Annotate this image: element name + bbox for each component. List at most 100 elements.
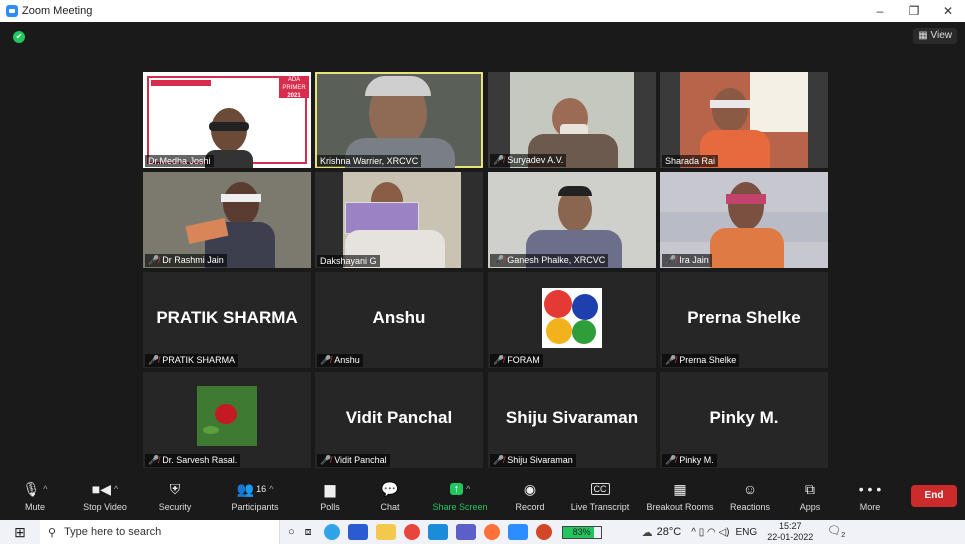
participant-display-name: Pinky M. [709, 408, 779, 427]
more-button[interactable]: • • • More [840, 472, 900, 520]
video-tile[interactable]: 🎤̸ Ira Jain [660, 172, 828, 268]
windows-taskbar: ⊞ ⚲ Type here to search ○ ⧈ 83% ☁ 28°C ^ … [0, 520, 965, 544]
participant-name: 🎤̸ Vidit Panchal [317, 454, 390, 467]
participant-name: 🎤̸ Anshu [317, 354, 363, 367]
participant-name: Krishna Warrier, XRCVC [317, 155, 422, 167]
breakout-rooms-button[interactable]: ▦ Breakout Rooms [640, 472, 720, 520]
clock[interactable]: 15:27 22-01-2022 [767, 521, 813, 543]
close-button[interactable]: ✕ [931, 4, 965, 18]
participant-display-name: Anshu [372, 308, 426, 327]
participant-name: 🎤̸ FORAM [490, 354, 543, 367]
muted-mic-icon: 🎤̸ [148, 255, 160, 265]
chat-button[interactable]: 💬 Chat [360, 472, 420, 520]
title-bar: Zoom Meeting – ❐ ✕ [0, 0, 965, 22]
rose-avatar-image [197, 386, 257, 446]
apps-icon: ⧉ [805, 480, 815, 497]
end-meeting-button[interactable]: End [911, 485, 957, 507]
language-indicator[interactable]: ENG [736, 527, 758, 538]
muted-mic-icon: 🎤̸ [493, 455, 505, 465]
polls-button[interactable]: ▆ Polls [300, 472, 360, 520]
closed-caption-icon: CC [590, 483, 610, 495]
edge-icon[interactable] [323, 524, 340, 540]
chevron-up-icon: ^ [43, 484, 48, 494]
zoom-taskbar-icon[interactable] [507, 524, 528, 540]
video-tile[interactable]: ADA PRIMER 2021 Dr.Medha Joshi [143, 72, 311, 168]
video-tile[interactable]: PRATIK SHARMA 🎤̸ PRATIK SHARMA [143, 272, 311, 368]
gallery-view: ✔ ▦ View ADA PRIMER 2021 Dr.Medha Joshi K… [0, 22, 965, 472]
video-tile-active-speaker[interactable]: Krishna Warrier, XRCVC [315, 72, 483, 168]
restore-button[interactable]: ❐ [897, 4, 931, 18]
stop-video-button[interactable]: ■◀ ^ Stop Video [70, 472, 140, 520]
video-tile[interactable]: Shiju Sivaraman 🎤̸ Shiju Sivaraman [488, 372, 656, 468]
participant-display-name: PRATIK SHARMA [156, 308, 298, 327]
task-view-icon[interactable]: ⧈ [305, 526, 312, 539]
cortana-icon[interactable]: ○ [288, 526, 295, 538]
chevron-up-icon: ^ [269, 484, 274, 494]
battery-indicator[interactable]: 83% [561, 525, 602, 539]
minimize-button[interactable]: – [863, 4, 897, 18]
record-icon: ◉ [523, 480, 537, 497]
grid-icon: ▦ [918, 30, 931, 41]
participants-button[interactable]: 👥 16 ^ Participants [210, 472, 300, 520]
chat-icon: 💬 [381, 480, 399, 497]
firefox-icon[interactable] [483, 524, 500, 540]
video-tile[interactable]: Sharada Rai [660, 72, 828, 168]
participant-display-name: Vidit Panchal [345, 408, 453, 427]
apps-button[interactable]: ⧉ Apps [780, 472, 840, 520]
chevron-up-icon: ^ [466, 484, 471, 494]
video-tile[interactable]: 🎤̸ Dr. Sarvesh Rasal. [143, 372, 311, 468]
participant-name: Sharada Rai [662, 155, 719, 167]
video-tile[interactable]: 🎤̸ Suryadev A.V. [488, 72, 656, 168]
participant-name: 🎤̸ Prerna Shelke [662, 354, 740, 367]
view-button[interactable]: ▦ View [913, 28, 957, 44]
participant-display-name: Shiju Sivaraman [505, 408, 639, 427]
participant-name: Dakshayani G [317, 255, 380, 267]
video-tile[interactable]: Pinky M. 🎤̸ Pinky M. [660, 372, 828, 468]
shield-icon: ⛨ [169, 480, 181, 497]
app-l-icon[interactable] [427, 524, 448, 540]
muted-mic-icon: 🎤̸ [320, 355, 332, 365]
notification-count: 2 [841, 532, 846, 540]
taskbar-search-box[interactable]: ⚲ Type here to search [40, 520, 280, 544]
reactions-button[interactable]: ☺ Reactions [720, 472, 780, 520]
video-camera-icon: ■◀ [91, 480, 111, 497]
gears-avatar-image [542, 288, 602, 348]
weather-icon[interactable]: ☁ [642, 526, 653, 539]
video-tile[interactable]: Anshu 🎤̸ Anshu [315, 272, 483, 368]
teams-icon[interactable] [455, 524, 476, 540]
participant-name: 🎤̸ Shiju Sivaraman [490, 454, 576, 467]
temperature[interactable]: 28°C [657, 526, 682, 538]
participant-name: 🎤̸ Dr Rashmi Jain [145, 254, 227, 267]
mute-button[interactable]: 🎙 ^ Mute [0, 472, 70, 520]
file-explorer-icon[interactable] [375, 524, 396, 540]
security-button[interactable]: ⛨ Security [140, 472, 210, 520]
video-tile[interactable]: 🎤̸ FORAM [488, 272, 656, 368]
live-transcript-button[interactable]: CC Live Transcript [560, 472, 640, 520]
participant-count: 16 [256, 484, 267, 494]
more-icon: • • • [858, 481, 882, 497]
video-tile[interactable]: Dakshayani G [315, 172, 483, 268]
muted-mic-icon: 🎤̸ [320, 455, 332, 465]
windows-start-icon[interactable]: ⊞ [0, 524, 40, 541]
chrome-icon[interactable] [403, 524, 420, 540]
word-icon[interactable] [347, 524, 368, 540]
powerpoint-icon[interactable] [535, 524, 552, 540]
video-tile[interactable]: 🎤̸ Ganesh Phalke, XRCVC [488, 172, 656, 268]
poster-badge: ADA PRIMER [282, 77, 306, 91]
video-tile[interactable]: 🎤̸ Dr Rashmi Jain [143, 172, 311, 268]
share-screen-button[interactable]: ↑ ^ Share Screen [420, 472, 500, 520]
muted-mic-icon: 🎤̸ [665, 255, 677, 265]
encryption-shield-icon[interactable]: ✔ [13, 31, 25, 43]
video-tile[interactable]: Prerna Shelke 🎤̸ Prerna Shelke [660, 272, 828, 368]
notification-icon[interactable]: 🗨2 [827, 524, 845, 539]
search-placeholder: Type here to search [64, 526, 162, 538]
system-tray-icons[interactable]: ^ ▯ ◠ ◁) [691, 527, 729, 538]
muted-mic-icon: 🎤̸ [493, 255, 505, 265]
zoom-logo-icon [6, 5, 18, 17]
muted-mic-icon: 🎤̸ [148, 355, 160, 365]
video-tile[interactable]: Vidit Panchal 🎤̸ Vidit Panchal [315, 372, 483, 468]
participant-name: 🎤̸ PRATIK SHARMA [145, 354, 239, 367]
participant-display-name: Prerna Shelke [687, 308, 801, 327]
reactions-icon: ☺ [742, 481, 758, 497]
record-button[interactable]: ◉ Record [500, 472, 560, 520]
